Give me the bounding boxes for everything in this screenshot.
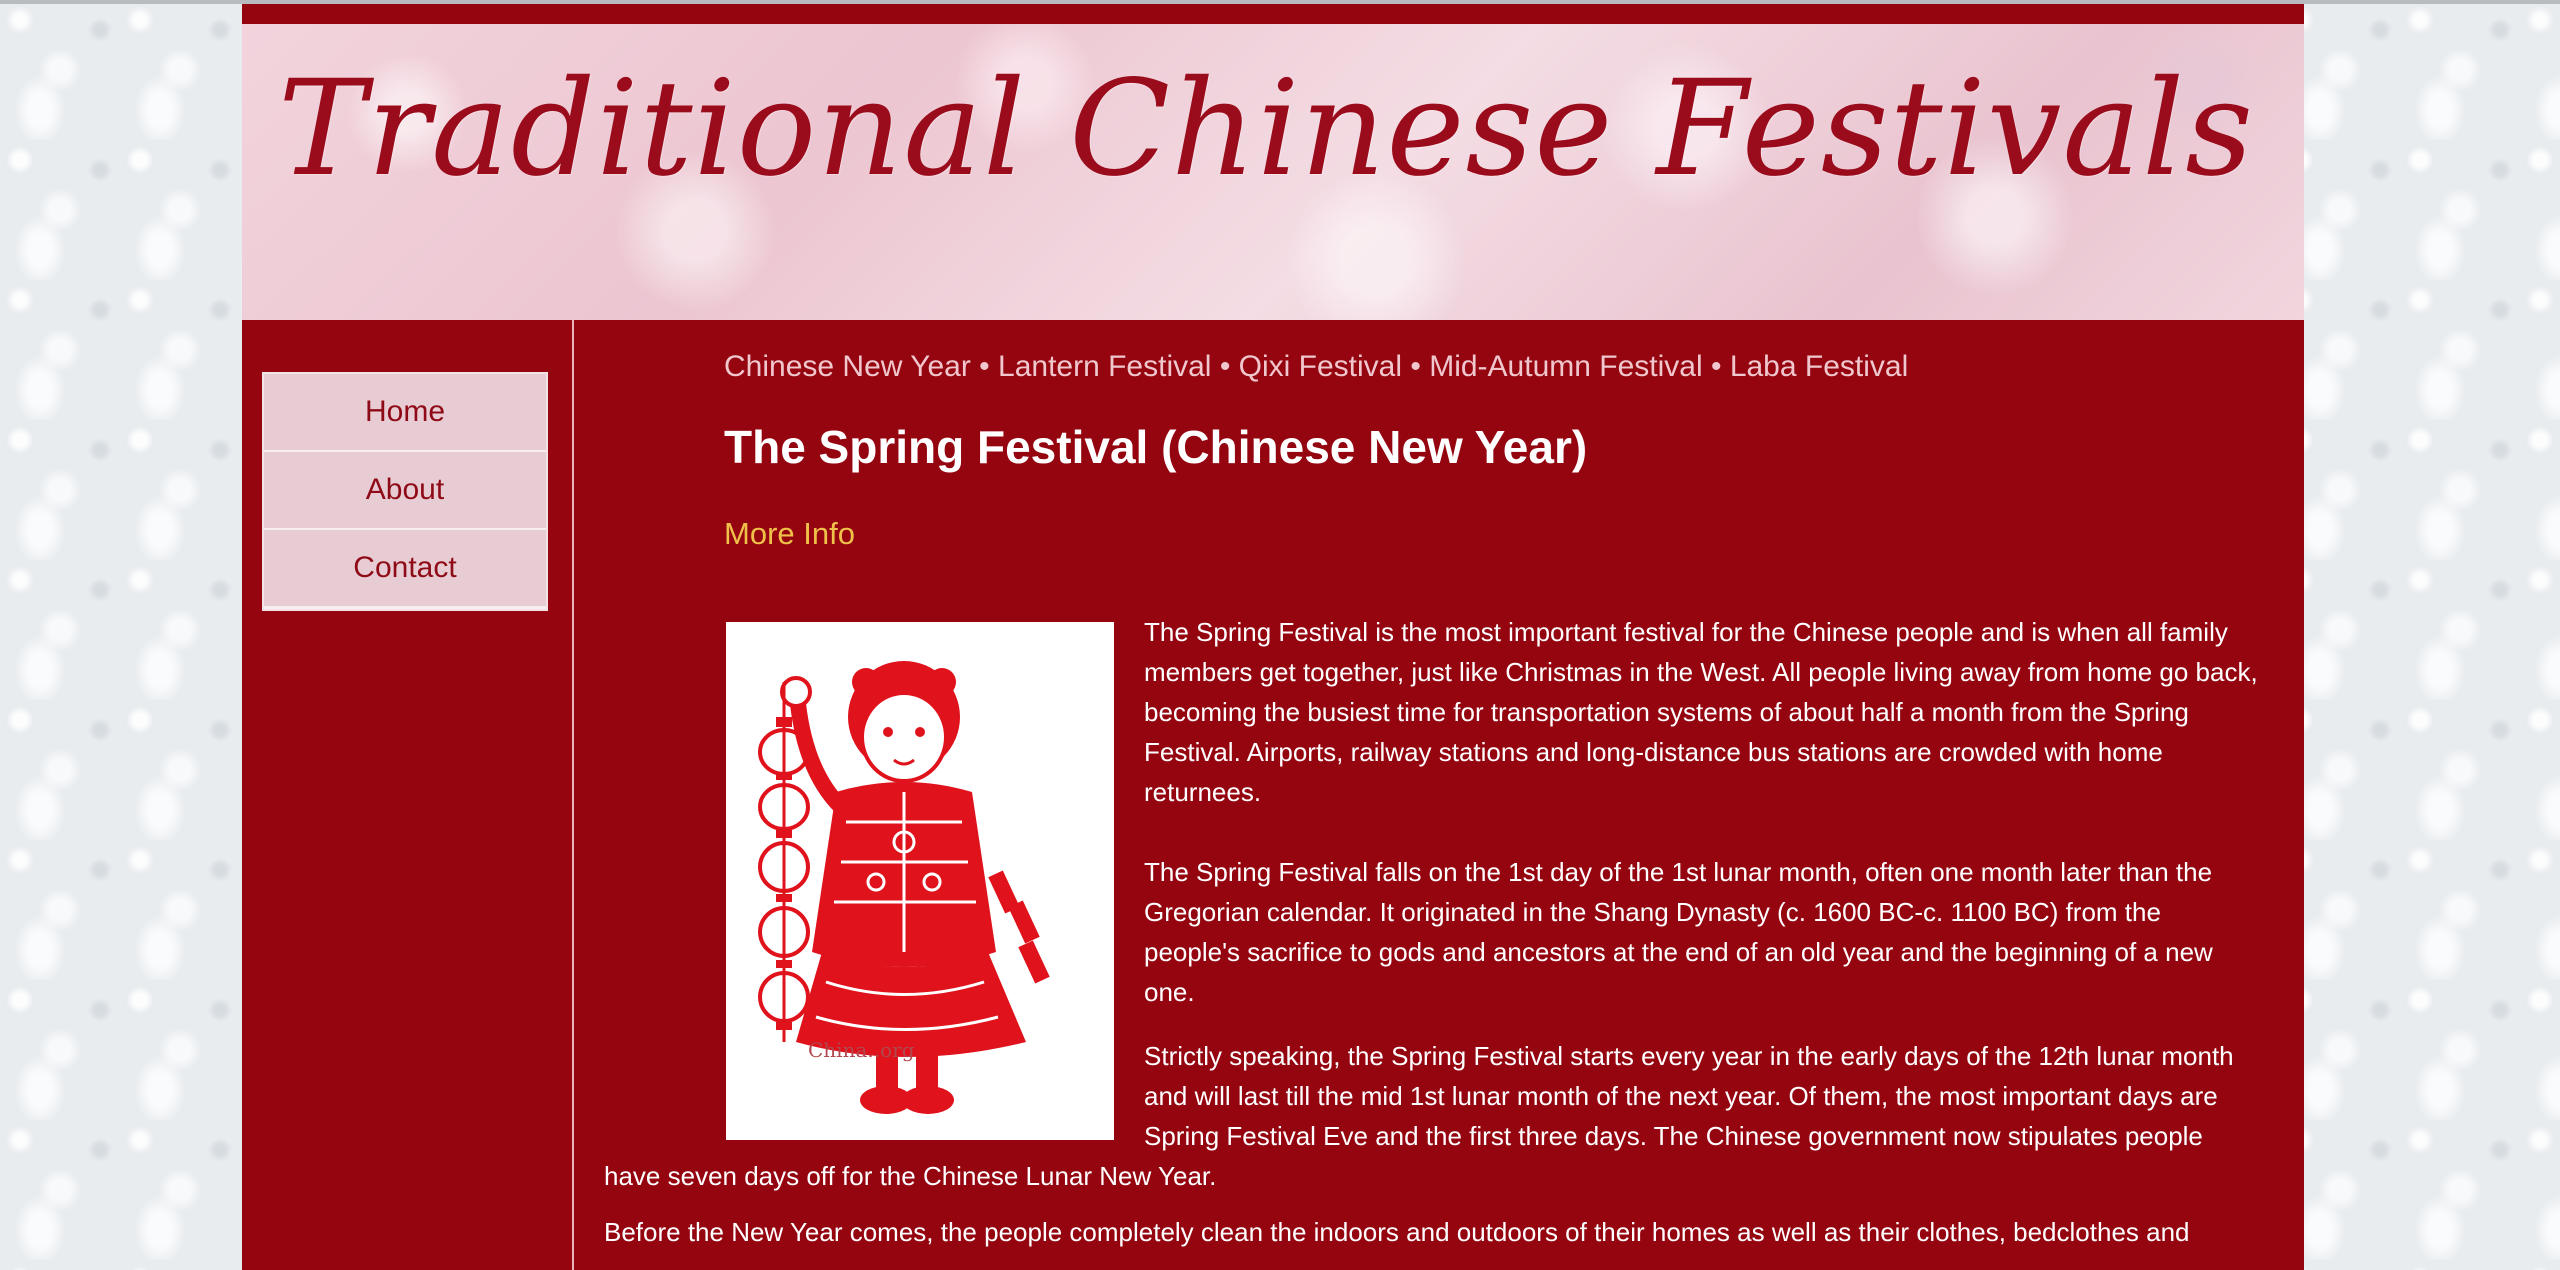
page-container: Traditional Chinese Festivals Home About… bbox=[242, 4, 2304, 1270]
paper-cut-image: China..org bbox=[726, 622, 1114, 1140]
festival-link-chinese-new-year[interactable]: Chinese New Year bbox=[724, 350, 971, 383]
link-separator: • bbox=[1219, 350, 1239, 383]
festival-link-lantern-festival[interactable]: Lantern Festival bbox=[998, 350, 1211, 383]
more-info-link[interactable]: More Info bbox=[724, 516, 855, 552]
sidebar-nav: Home About Contact bbox=[262, 372, 548, 611]
festival-link-qixi-festival[interactable]: Qixi Festival bbox=[1239, 350, 1402, 383]
site-title: Traditional Chinese Festivals bbox=[278, 52, 2255, 206]
link-separator: • bbox=[1410, 350, 1430, 383]
paragraph-4: Before the New Year comes, the people co… bbox=[604, 1217, 2190, 1247]
sidebar: Home About Contact bbox=[242, 320, 574, 1270]
festival-links-bar: Chinese New Year • Lantern Festival • Qi… bbox=[724, 350, 1908, 384]
site-banner: Traditional Chinese Festivals bbox=[242, 24, 2304, 320]
main-content: Chinese New Year • Lantern Festival • Qi… bbox=[604, 320, 2264, 1270]
link-separator: • bbox=[1710, 350, 1730, 383]
page-heading: The Spring Festival (Chinese New Year) bbox=[724, 421, 1588, 473]
festival-link-mid-autumn-festival[interactable]: Mid-Autumn Festival bbox=[1429, 350, 1702, 383]
festival-link-laba-festival[interactable]: Laba Festival bbox=[1730, 350, 1908, 383]
article-body: China..org The Spring Festival is the mo… bbox=[604, 612, 2264, 1270]
nav-item-about[interactable]: About bbox=[264, 452, 546, 530]
paper-cut-child-icon: China..org bbox=[726, 622, 1114, 1140]
nav-item-home[interactable]: Home bbox=[264, 374, 546, 452]
image-watermark-text: China..org bbox=[808, 1038, 915, 1062]
link-separator: • bbox=[979, 350, 999, 383]
nav-item-contact[interactable]: Contact bbox=[264, 530, 546, 609]
